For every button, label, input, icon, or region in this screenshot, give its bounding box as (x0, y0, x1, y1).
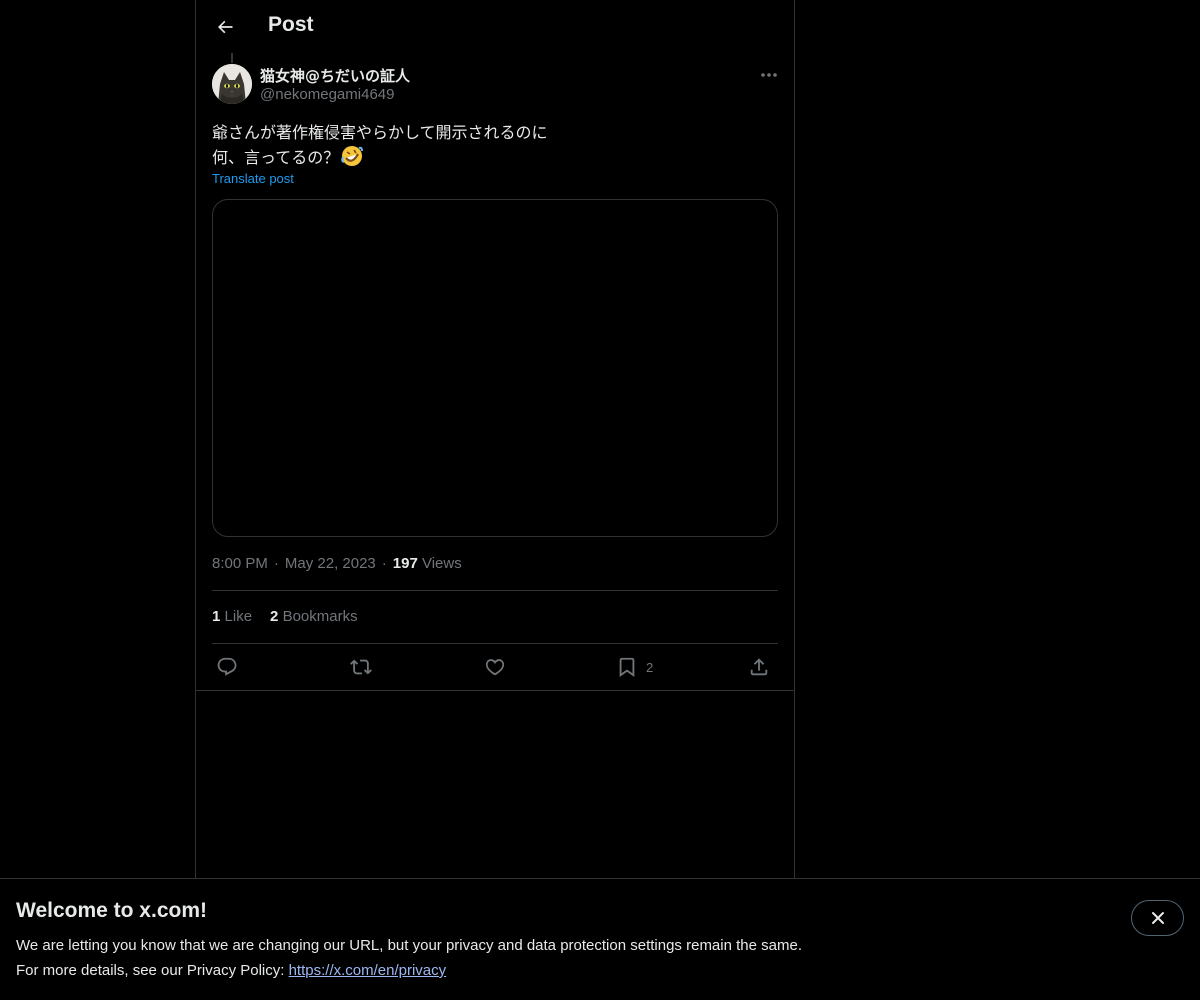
share-icon (750, 658, 768, 676)
more-options-button[interactable] (754, 64, 784, 86)
back-button[interactable] (208, 10, 242, 44)
heart-icon (485, 659, 505, 676)
post-text-line-2: 何、言ってるの？ (212, 145, 778, 174)
author-handle[interactable]: @nekomegami4649 (260, 86, 394, 103)
arrow-left-icon (218, 20, 233, 34)
page-header: Post (196, 0, 794, 53)
like-button[interactable] (484, 652, 506, 682)
media-container[interactable] (212, 199, 778, 537)
likes-stat[interactable]: 1 Like (212, 608, 252, 625)
banner-privacy-prefix: For more details, see our Privacy Policy… (16, 962, 289, 979)
post-time[interactable]: 8:00 PM (212, 555, 268, 572)
repost-button[interactable] (350, 652, 372, 682)
likes-count: 1 (212, 608, 221, 625)
primary-column: Post 猫女神@ちだいの証人 @nekomegami4649 爺さんが著作権侵… (195, 0, 795, 879)
reply-button[interactable] (216, 652, 238, 682)
post-bottom-border (196, 690, 794, 691)
engagement-stats: 1 Like 2 Bookmarks (212, 608, 358, 625)
post-text-line: 何、言ってるの？ (212, 148, 340, 167)
divider (212, 590, 778, 591)
banner-privacy-line: For more details, see our Privacy Policy… (16, 962, 446, 979)
post-date[interactable]: May 22, 2023 (285, 555, 376, 572)
author-name[interactable]: 猫女神@ちだいの証人 (260, 65, 410, 86)
share-button[interactable] (748, 652, 770, 682)
reply-icon (217, 657, 237, 676)
bookmark-icon (619, 657, 635, 677)
likes-label: Like (224, 608, 253, 625)
post-metadata: 8:00 PM · May 22, 2023 · 197 Views (212, 555, 462, 572)
views-count: 197 (392, 555, 418, 572)
page-title: Post (268, 13, 314, 36)
separator-dot: · (381, 555, 387, 572)
close-icon (1151, 912, 1164, 924)
repost-icon (350, 659, 372, 675)
welcome-banner: Welcome to x.com! We are letting you kno… (0, 878, 1200, 1000)
bookmarks-label: Bookmarks (282, 608, 358, 625)
divider (212, 643, 778, 644)
close-banner-button[interactable] (1131, 900, 1184, 936)
views-label: Views (421, 555, 462, 572)
rolling-on-floor-laughing-emoji (341, 145, 364, 174)
bookmark-count: 2 (646, 659, 654, 675)
bookmarks-stat[interactable]: 2 Bookmarks (270, 608, 358, 625)
privacy-policy-link[interactable]: https://x.com/en/privacy (289, 962, 447, 979)
bookmark-button[interactable]: 2 (616, 652, 653, 682)
cat-avatar-image (212, 64, 252, 104)
thread-connector (231, 53, 233, 63)
action-bar: 2 (212, 652, 778, 682)
bookmarks-count: 2 (270, 608, 279, 625)
translate-post-link[interactable]: Translate post (212, 171, 294, 186)
post-text-line: 爺さんが著作権侵害やらかして開示されるのに (212, 123, 548, 142)
avatar[interactable] (212, 64, 252, 104)
separator-dot: · (273, 555, 279, 572)
post-text: 爺さんが著作権侵害やらかして開示されるのに 何、言ってるの？ (212, 120, 778, 174)
banner-title: Welcome to x.com! (16, 899, 207, 922)
more-horizontal-icon (761, 73, 777, 77)
banner-message: We are letting you know that we are chan… (16, 937, 802, 954)
